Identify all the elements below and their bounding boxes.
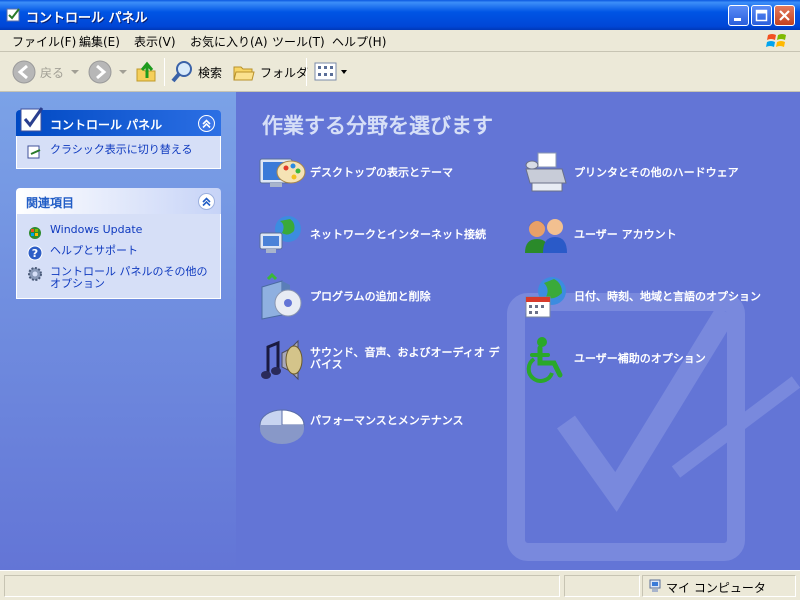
control-panel-icon: [20, 107, 44, 132]
classic-view-icon: [27, 145, 41, 159]
folders-label: フォルダ: [260, 65, 309, 80]
control-panel-box: コントロール パネル クラシック表示に切り替える: [16, 107, 221, 169]
category-user-accounts[interactable]: ユーザー アカウント: [522, 211, 774, 259]
menu-bar: ファイル(F) 編集(E) 表示(V) お気に入り(A) ツール(T) ヘルプ(…: [0, 30, 800, 52]
task-pane: コントロール パネル クラシック表示に切り替える 関連項目 Windows Up…: [0, 92, 236, 570]
chevron-down-icon: [119, 70, 127, 74]
menu-edit[interactable]: 編集(E): [79, 33, 120, 50]
category-view: 作業する分野を選びます デスクトップの表示とテーマ ネットワークとインターネット…: [236, 92, 800, 570]
status-panel-secondary: [564, 575, 640, 597]
related-topics-header[interactable]: 関連項目: [16, 188, 221, 214]
search-button[interactable]: 検索: [170, 58, 222, 86]
other-options-label: コントロール パネルのその他のオプション: [50, 265, 208, 290]
up-folder-button[interactable]: [134, 58, 158, 86]
category-label: 日付、時刻、地域と言語のオプション: [574, 290, 761, 303]
desktop-theme-icon: [259, 158, 306, 187]
category-network[interactable]: ネットワークとインターネット接続: [258, 211, 510, 259]
category-label: パフォーマンスとメンテナンス: [310, 414, 464, 427]
accessibility-icon: [526, 337, 563, 383]
user-accounts-icon: [525, 219, 567, 253]
views-button[interactable]: [314, 58, 348, 86]
folders-button[interactable]: フォルダ: [232, 58, 308, 86]
chevron-down-icon: [341, 70, 347, 74]
windows-update-label: Windows Update: [50, 223, 143, 236]
category-label: ユーザー アカウント: [574, 228, 677, 241]
back-arrow-icon: [12, 60, 36, 84]
help-support-label: ヘルプとサポート: [50, 244, 138, 257]
chevron-down-icon: [71, 70, 80, 74]
category-desktop-themes[interactable]: デスクトップの表示とテーマ: [258, 149, 510, 197]
printer-icon: [525, 152, 567, 192]
svg-text:?: ?: [32, 247, 38, 260]
windows-update-link[interactable]: Windows Update: [27, 224, 212, 240]
category-label: デスクトップの表示とテーマ: [310, 166, 453, 179]
up-folder-icon: [136, 61, 156, 82]
network-icon: [259, 216, 301, 253]
page-title: 作業する分野を選びます: [262, 114, 493, 138]
control-panel-icon: [6, 8, 20, 22]
switch-classic-view-link[interactable]: クラシック表示に切り替える: [27, 144, 212, 160]
folder-icon: [233, 66, 255, 81]
window-title: コントロール パネル: [26, 11, 148, 26]
related-topics-body: Windows Update ? ヘルプとサポート コントロール パネルのその他…: [16, 214, 221, 299]
toolbar-separator: [306, 58, 307, 86]
toolbar: 戻る 検索 フォルダ: [0, 52, 800, 92]
gear-icon: [28, 267, 42, 281]
category-label: サウンド、音声、およびオーディオ デバイス: [310, 346, 500, 371]
menu-tools[interactable]: ツール(T): [272, 33, 325, 50]
sound-icon: [261, 339, 303, 381]
maximize-button[interactable]: [751, 5, 772, 26]
collapse-button[interactable]: [198, 193, 215, 210]
category-date-time-region[interactable]: 日付、時刻、地域と言語のオプション: [522, 273, 774, 321]
menu-file[interactable]: ファイル(F): [12, 33, 76, 50]
search-label: 検索: [198, 65, 223, 80]
date-time-region-icon: [525, 277, 566, 318]
related-topics-title: 関連項目: [26, 196, 75, 210]
close-button[interactable]: [774, 5, 795, 26]
category-accessibility[interactable]: ユーザー補助のオプション: [522, 335, 774, 383]
category-printers-hardware[interactable]: プリンタとその他のハードウェア: [522, 149, 774, 197]
category-add-remove-programs[interactable]: プログラムの追加と削除: [258, 273, 510, 321]
control-panel-box-header[interactable]: コントロール パネル: [16, 107, 221, 136]
windows-logo-icon: [766, 34, 786, 47]
add-remove-programs-icon: [261, 273, 302, 320]
toolbar-separator: [164, 58, 165, 86]
minimize-icon: [734, 18, 741, 21]
category-performance[interactable]: パフォーマンスとメンテナンス: [258, 397, 510, 445]
chevron-up-icon: [202, 197, 211, 207]
back-label: 戻る: [40, 65, 65, 80]
menu-help[interactable]: ヘルプ(H): [332, 33, 386, 50]
category-label: プリンタとその他のハードウェア: [574, 166, 739, 179]
windows-update-icon: [29, 227, 41, 239]
control-panel-box-title: コントロール パネル: [50, 118, 163, 132]
performance-icon: [259, 409, 305, 444]
control-panel-box-body: クラシック表示に切り替える: [16, 136, 221, 169]
search-icon: [171, 61, 192, 83]
help-icon: ?: [27, 245, 43, 261]
menu-favorites[interactable]: お気に入り(A): [190, 33, 268, 50]
views-icon: [314, 62, 337, 81]
maximize-icon: [755, 9, 768, 22]
category-label: ユーザー補助のオプション: [574, 352, 706, 365]
back-button[interactable]: 戻る: [12, 58, 80, 86]
status-bar: マイ コンピュータ: [0, 570, 800, 600]
help-support-link[interactable]: ? ヘルプとサポート: [27, 245, 212, 261]
collapse-button[interactable]: [198, 115, 215, 132]
my-computer-icon: [649, 579, 661, 592]
related-topics-box: 関連項目 Windows Update ? ヘルプとサポート コントロール パネ…: [16, 188, 221, 299]
other-options-link[interactable]: コントロール パネルのその他のオプション: [27, 266, 212, 290]
forward-button[interactable]: [88, 58, 128, 86]
status-panel-main: [4, 575, 560, 597]
category-label: ネットワークとインターネット接続: [310, 228, 486, 241]
status-location: マイ コンピュータ: [666, 581, 766, 595]
switch-classic-view-label: クラシック表示に切り替える: [50, 143, 193, 156]
chevron-up-icon: [202, 119, 211, 129]
menu-view[interactable]: 表示(V): [134, 33, 176, 50]
category-sound[interactable]: サウンド、音声、およびオーディオ デバイス: [258, 335, 510, 383]
minimize-button[interactable]: [728, 5, 749, 26]
category-label: プログラムの追加と削除: [310, 290, 431, 303]
forward-arrow-icon: [88, 60, 112, 84]
close-icon: [779, 10, 790, 21]
title-bar[interactable]: コントロール パネル: [0, 0, 800, 30]
